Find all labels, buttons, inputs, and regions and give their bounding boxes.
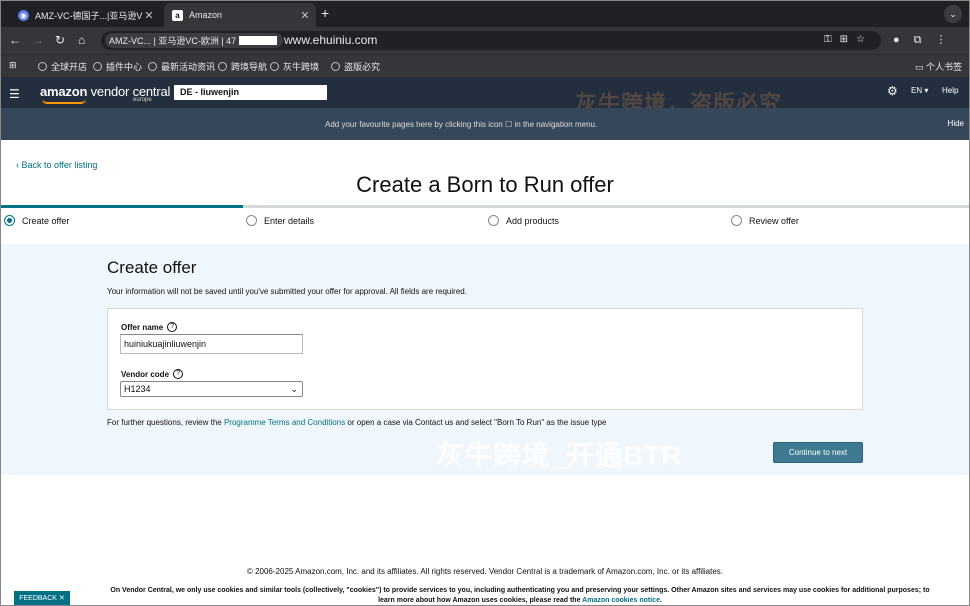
browser-tab-amz-vc[interactable]: ◉ AMZ-VC-德国子...|亚马逊VC-欧 ✕ [10, 3, 160, 27]
bookmarks-bar: ⊞ 全球开店 插件中心 最新活动资讯 跨境导航 灰牛跨境 盗版必究 ▭ 个人书签 [0, 54, 970, 77]
feedback-button[interactable]: FEEDBACK ✕ [14, 591, 70, 606]
gear-icon[interactable]: ⚙ [887, 84, 898, 98]
browser-toolbar: ← → ↻ ⌂ AMZ-VC... | 亚马逊VC-欧洲 | 47 www.eh… [0, 27, 970, 54]
close-tab-icon[interactable]: ✕ [142, 9, 156, 22]
step-enter-details[interactable]: Enter details [246, 215, 314, 226]
apps-grid-icon[interactable]: ⊞ [9, 60, 17, 71]
redacted-block [239, 36, 278, 45]
step-add-products[interactable]: Add products [488, 215, 559, 226]
programme-terms-link[interactable]: Programme Terms and Conditions [224, 418, 345, 427]
footer-copyright: © 2006-2025 Amazon.com, Inc. and its aff… [246, 567, 724, 576]
globe-icon [270, 62, 279, 71]
continue-to-next-button[interactable]: Continue to next [773, 442, 863, 463]
section-title: Create offer [107, 258, 197, 277]
bookmark-item[interactable]: 盗版必究 [331, 60, 380, 73]
progress-fill [0, 205, 243, 208]
vendor-code-label: Vendor code? [121, 369, 184, 379]
tab-title: AMZ-VC-德国子...|亚马逊VC-欧 [35, 10, 142, 21]
help-link[interactable]: Help [942, 86, 958, 95]
step-review-offer[interactable]: Review offer [731, 215, 799, 226]
back-to-offer-listing-link[interactable]: ‹ Back to offer listing [16, 160, 97, 170]
omnibox-action-icons[interactable]: ⚿⊞☆ [824, 34, 873, 45]
offer-name-label: Offer name? [121, 322, 178, 332]
step-create-offer[interactable]: Create offer [4, 215, 69, 226]
section-description: Your information will not be saved until… [107, 287, 467, 296]
account-switcher[interactable]: DE - liuwenjin [174, 85, 327, 100]
terms-text: For further questions, review the Progra… [107, 418, 607, 427]
globe-icon [38, 62, 47, 71]
language-selector[interactable]: EN ▾ [911, 86, 928, 95]
offer-name-input[interactable] [120, 334, 303, 354]
hide-button[interactable]: Hide [948, 119, 964, 128]
logo-region: europe [133, 97, 152, 103]
amazon-cookies-notice-link[interactable]: Amazon cookies notice [582, 597, 660, 604]
tab-title: Amazon [189, 10, 223, 20]
step-radio [4, 215, 15, 226]
hamburger-menu-icon[interactable]: ☰ [9, 87, 20, 101]
forward-arrow-icon[interactable]: → [32, 33, 44, 47]
address-bar[interactable]: AMZ-VC... | 亚马逊VC-欧洲 | 47 www.ehuiniu.co… [101, 31, 881, 50]
tab-favicon-icon: ◉ [18, 9, 29, 21]
bookmark-item[interactable]: 跨境导航 [218, 60, 267, 73]
cookie-notice: On Vendor Central, we only use cookies a… [110, 587, 930, 604]
extension-icons[interactable]: ●⧉⋮ [893, 33, 961, 47]
help-question-icon[interactable]: ? [173, 369, 184, 379]
globe-icon [93, 62, 102, 71]
home-icon[interactable]: ⌂ [78, 33, 85, 47]
browser-tab-bar: ◉ AMZ-VC-德国子...|亚马逊VC-欧 ✕ a Amazon ✕ + ⌄ [0, 0, 970, 27]
bookmark-item[interactable]: 插件中心 [93, 60, 142, 73]
new-tab-button[interactable]: + [321, 5, 329, 21]
back-arrow-icon[interactable]: ← [9, 33, 21, 47]
amazon-smile-icon [42, 99, 86, 104]
help-question-icon[interactable]: ? [167, 322, 178, 332]
tab-search-chevron-icon[interactable]: ⌄ [944, 5, 962, 23]
bookmark-item[interactable]: 灰牛跨境 [270, 60, 319, 73]
step-radio [488, 215, 499, 226]
bookmark-folder[interactable]: ▭ 个人书签 [915, 60, 962, 73]
globe-icon [331, 62, 340, 71]
reload-icon[interactable]: ↻ [55, 33, 65, 47]
amazon-favicon-icon: a [172, 9, 183, 21]
omnibox-site-chip[interactable]: AMZ-VC... | 亚马逊VC-欧洲 | 47 [105, 33, 284, 48]
watermark-middle: 灰牛跨境_开通BTR [436, 440, 683, 471]
bookmark-item[interactable]: 全球开店 [38, 60, 87, 73]
watermark-url: www.ehuiniu.com [284, 33, 378, 47]
globe-icon [218, 62, 227, 71]
folder-icon: ▭ [915, 62, 927, 72]
close-tab-icon[interactable]: ✕ [298, 9, 312, 22]
chevron-down-icon: ⌄ [290, 384, 298, 394]
step-radio [246, 215, 257, 226]
vendor-central-header: ☰ amazon vendor central europe DE - liuw… [0, 77, 970, 108]
vendor-code-select[interactable]: H1234 ⌄ [120, 381, 303, 397]
page-title: Create a Born to Run offer [356, 172, 614, 197]
favourites-bar: Add your favourite pages here by clickin… [0, 108, 970, 140]
favourites-message: Add your favourite pages here by clickin… [325, 120, 598, 129]
browser-tab-amazon[interactable]: a Amazon ✕ [164, 3, 316, 27]
globe-icon [148, 62, 157, 71]
step-radio [731, 215, 742, 226]
bookmark-item[interactable]: 最新活动资讯 [148, 60, 215, 73]
